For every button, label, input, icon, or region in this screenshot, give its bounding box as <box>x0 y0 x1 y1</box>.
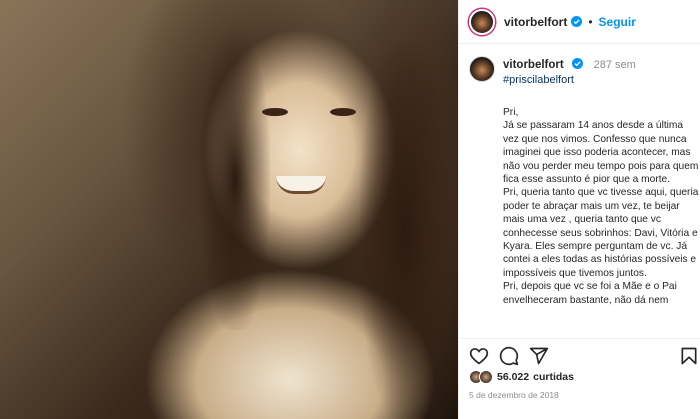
verified-badge-icon <box>572 58 584 69</box>
photo-eye-right <box>330 108 356 116</box>
likes-label[interactable]: curtidas <box>533 371 574 383</box>
liker-avatar <box>479 370 493 384</box>
post-date: 5 de dezembro de 2018 <box>469 390 559 400</box>
photo-eye-left <box>262 108 288 116</box>
likes-count[interactable]: 56.022 <box>497 371 529 383</box>
author-avatar[interactable] <box>469 8 495 35</box>
post-header: vitorbelfort • Seguir <box>459 0 700 44</box>
caption-header: vitorbelfort 287 sem #priscilabelfort <box>469 55 691 86</box>
caption-meta: vitorbelfort 287 sem #priscilabelfort <box>503 55 636 86</box>
photo-shadow-right <box>360 40 450 419</box>
post-sidebar: vitorbelfort • Seguir vitorbelfort 287 s… <box>458 0 700 419</box>
post-photo[interactable] <box>0 0 458 419</box>
share-icon[interactable] <box>529 346 549 366</box>
heart-icon[interactable] <box>469 346 489 366</box>
comment-icon[interactable] <box>499 346 519 366</box>
author-username[interactable]: vitorbelfort <box>504 15 567 29</box>
header-separator: • <box>588 14 593 29</box>
caption-avatar[interactable] <box>469 56 495 82</box>
caption-username[interactable]: vitorbelfort <box>503 59 564 71</box>
caption-area[interactable]: vitorbelfort 287 sem #priscilabelfort Pr… <box>459 45 700 334</box>
action-bar <box>459 338 700 368</box>
photo-smile <box>276 176 326 194</box>
likes-row[interactable]: 56.022 curtidas <box>469 370 574 384</box>
caption-hashtag[interactable]: #priscilabelfort <box>503 74 636 86</box>
verified-badge-icon <box>571 16 583 27</box>
caption-text: Pri, Já se passaram 14 anos desde a últi… <box>503 107 699 306</box>
follow-button[interactable]: Seguir <box>599 15 636 29</box>
bookmark-icon[interactable] <box>679 346 699 366</box>
photo-shadow-left <box>200 30 270 330</box>
caption-time: 287 sem <box>593 59 636 71</box>
